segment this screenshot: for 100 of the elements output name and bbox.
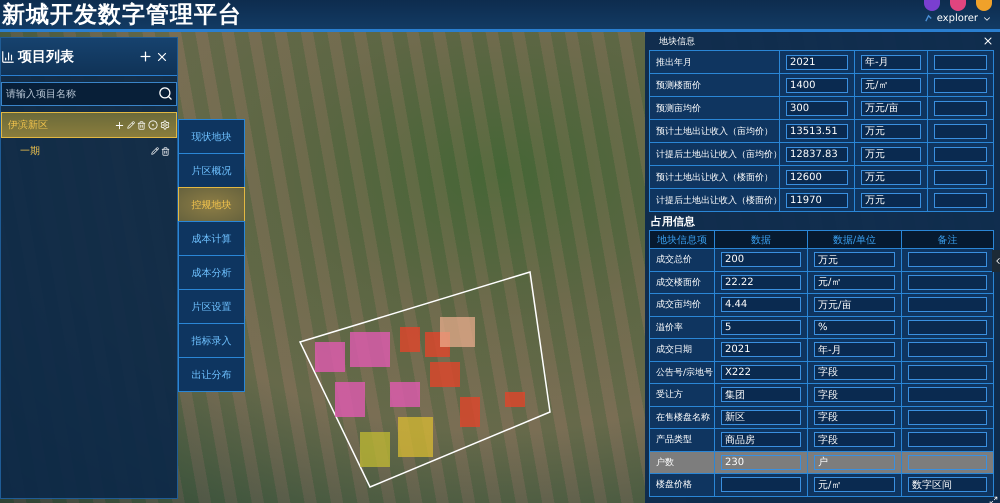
input-field[interactable]	[908, 342, 987, 358]
input-field[interactable]: %	[814, 320, 895, 335]
input-field[interactable]	[908, 410, 987, 425]
input-field[interactable]: 万元	[861, 124, 921, 138]
column-header: 数据/单位	[832, 234, 876, 246]
table-row-header[interactable]: 成交日期	[650, 339, 715, 362]
table-row-header[interactable]: 成交亩均价	[650, 294, 715, 316]
close-icon[interactable]	[982, 35, 994, 47]
input-field[interactable]: 商品房	[721, 432, 801, 448]
avatar-icon[interactable]	[976, 0, 992, 11]
input-field[interactable]: 万元	[814, 252, 895, 268]
input-field[interactable]: 22.22	[721, 274, 801, 290]
app-title: 新城开发数字管理平台	[2, 1, 242, 30]
input-field[interactable]	[934, 170, 987, 184]
input-field[interactable]: 新区	[721, 410, 801, 425]
project-name: 一期	[20, 144, 40, 158]
input-field[interactable]: 230	[721, 454, 801, 470]
table-row-header[interactable]: 产品类型	[650, 429, 715, 452]
input-field[interactable]: 元/㎡	[814, 477, 895, 492]
search-field[interactable]: 请输入项目名称	[1, 82, 177, 106]
input-field[interactable]: 4.44	[721, 297, 801, 312]
table-row-header[interactable]: 成交总价	[650, 249, 715, 272]
field-label: 预计土地出让收入（亩均价）	[656, 126, 773, 138]
input-field[interactable]: 户	[814, 454, 895, 470]
input-field[interactable]: 字段	[814, 387, 895, 402]
side-tab[interactable]: 片区概况	[178, 153, 245, 188]
input-field[interactable]: 12600	[786, 170, 848, 184]
input-field[interactable]: 200	[721, 252, 801, 268]
input-field[interactable]: 字段	[814, 364, 895, 380]
input-field[interactable]: 13513.51	[786, 124, 848, 138]
input-field[interactable]: 万元	[861, 170, 921, 184]
input-field[interactable]: 万元	[861, 192, 921, 208]
logo-icon	[924, 14, 933, 23]
input-field[interactable]: 1400	[786, 78, 848, 92]
side-tab[interactable]: 出让分布	[178, 357, 245, 392]
table-row-header[interactable]: 溢价率	[650, 316, 715, 339]
input-field[interactable]: 年-月	[861, 54, 921, 70]
input-field[interactable]	[934, 54, 987, 70]
input-field[interactable]	[908, 320, 987, 335]
field-label: 产品类型	[656, 434, 692, 446]
input-field[interactable]: 万元	[861, 146, 921, 162]
input-field[interactable]	[908, 432, 987, 448]
input-field[interactable]: 11970	[786, 192, 848, 208]
panel-title: 地块信息	[659, 36, 695, 48]
input-field[interactable]	[908, 387, 987, 402]
input-field[interactable]: 万元/亩	[861, 100, 921, 116]
input-field[interactable]: 万元/亩	[814, 297, 895, 312]
input-field[interactable]	[908, 364, 987, 380]
side-tab[interactable]: 现状地块	[178, 119, 245, 154]
input-field[interactable]: 字段	[814, 410, 895, 425]
input-field[interactable]	[934, 192, 987, 208]
table-row-header[interactable]: 受让方	[650, 384, 715, 406]
input-field[interactable]: 元/㎡	[814, 274, 895, 290]
project-tree-item[interactable]: 一期	[1, 138, 177, 164]
expand-icon[interactable]	[989, 496, 998, 503]
side-tab[interactable]: 成本分析	[178, 255, 245, 290]
input-field[interactable]	[721, 477, 801, 492]
user-name[interactable]: explorer	[936, 13, 978, 24]
input-field[interactable]: 300	[786, 100, 848, 116]
input-field[interactable]: 2021	[786, 54, 848, 70]
input-field[interactable]: 5	[721, 320, 801, 335]
input-field[interactable]	[908, 274, 987, 290]
add-icon[interactable]	[138, 49, 153, 64]
input-field[interactable]: 元/㎡	[861, 78, 921, 92]
field-label: 预计土地出让收入（楼面价）	[656, 172, 773, 184]
input-field[interactable]	[908, 297, 987, 312]
input-field[interactable]: 数字区间	[908, 477, 987, 492]
input-field[interactable]	[934, 100, 987, 116]
field-label: 楼盘价格	[656, 478, 692, 492]
column-header: 备注	[938, 234, 958, 246]
side-tab[interactable]: 成本计算	[178, 221, 245, 256]
input-field[interactable]: 2021	[721, 342, 801, 358]
input-field[interactable]	[908, 454, 987, 470]
table-row-header[interactable]: 成交楼面价	[650, 272, 715, 294]
circle-icon[interactable]	[148, 120, 158, 130]
input-field[interactable]: 集团	[721, 387, 801, 402]
field-label: 计提后土地出让收入（亩均价）	[656, 148, 782, 160]
input-field[interactable]	[934, 78, 987, 92]
input-field[interactable]	[934, 124, 987, 138]
column-header: 地块信息项	[657, 234, 707, 246]
add-icon[interactable]	[114, 120, 125, 130]
input-field[interactable]	[934, 146, 987, 162]
input-field[interactable]: 字段	[814, 432, 895, 448]
side-tab[interactable]: 指标录入	[178, 323, 245, 358]
table-row-header[interactable]: 户数	[650, 452, 715, 474]
input-field[interactable]: X222	[721, 364, 801, 380]
field-label: 预测亩均价	[656, 102, 701, 114]
input-field[interactable]	[908, 252, 987, 268]
table-row-header[interactable]: 楼盘价格	[650, 474, 715, 496]
input-field[interactable]: 12837.83	[786, 146, 848, 162]
pencil-icon[interactable]	[151, 147, 159, 155]
settings-icon[interactable]	[160, 120, 170, 130]
field-label: 计提后土地出让收入（楼面价）	[656, 194, 782, 206]
side-tab[interactable]: 片区设置	[178, 289, 245, 324]
trash-icon[interactable]	[161, 146, 170, 156]
avatar-icon[interactable]	[950, 0, 966, 11]
table-row-header[interactable]: 在售楼盘名称	[650, 406, 715, 429]
search-icon[interactable]	[158, 86, 173, 101]
table-row-header[interactable]: 公告号/宗地号	[650, 362, 715, 384]
input-field[interactable]: 年-月	[814, 342, 895, 358]
